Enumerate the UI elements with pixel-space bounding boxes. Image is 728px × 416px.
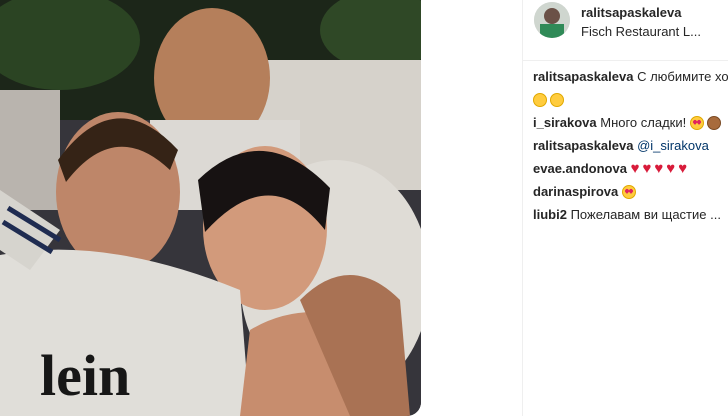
- post-author-username[interactable]: ralitsapaskaleva: [581, 5, 681, 20]
- heart-eyes-face-icon: [621, 185, 636, 199]
- see-no-evil-monkey-icon: [706, 116, 721, 130]
- comment-mention-link[interactable]: @i_sirakova: [637, 138, 709, 153]
- avatar[interactable]: [534, 2, 570, 38]
- comment: ralitsapaskaleva С любимите хо: [533, 68, 728, 91]
- comment-username[interactable]: i_sirakova: [533, 115, 597, 130]
- avatar-image: [534, 2, 570, 38]
- comment: ralitsapaskaleva @i_sirakova: [533, 137, 728, 160]
- comment-username[interactable]: evae.andonova: [533, 161, 627, 176]
- comment-username[interactable]: ralitsapaskaleva: [533, 138, 633, 153]
- comment-text: Много сладки!: [600, 115, 687, 130]
- comment-username[interactable]: ralitsapaskaleva: [533, 69, 633, 84]
- comments-list: ralitsapaskaleva С любимите хо i_sirakov…: [533, 68, 728, 229]
- instagram-post: lein ralitsapaskaleva Fisch Restaurant L…: [0, 0, 728, 416]
- smiling-face-icon: [533, 93, 547, 107]
- sparkling-heart-icon: ♥: [654, 160, 664, 177]
- sparkling-heart-icon: ♥: [678, 160, 688, 177]
- post-header: ralitsapaskaleva Fisch Restaurant L...: [523, 0, 728, 61]
- photo-illustration: lein: [0, 0, 421, 416]
- comment: liubi2 Пожелавам ви щастие ...: [533, 206, 728, 229]
- post-photo[interactable]: lein: [0, 0, 421, 416]
- comment-text: С любимите хо: [637, 69, 728, 84]
- comment: evae.andonova ♥ ♥ ♥ ♥ ♥: [533, 160, 728, 183]
- sparkling-heart-icon: ♥: [642, 160, 652, 177]
- post-sidebar: ralitsapaskaleva Fisch Restaurant L... r…: [522, 0, 728, 416]
- kissing-face-icon: [550, 93, 564, 107]
- comment: i_sirakova Много сладки!: [533, 114, 728, 137]
- comment: darinaspirova: [533, 183, 728, 206]
- sparkling-heart-icon: ♥: [630, 160, 640, 177]
- heart-eyes-face-icon: [689, 116, 704, 130]
- comment-username[interactable]: liubi2: [533, 207, 567, 222]
- comment-text: Пожелавам ви щастие ...: [570, 207, 721, 222]
- post-location[interactable]: Fisch Restaurant L...: [581, 24, 701, 39]
- comment-continuation: [533, 91, 728, 114]
- comment-username[interactable]: darinaspirova: [533, 184, 618, 199]
- sparkling-heart-icon: ♥: [666, 160, 676, 177]
